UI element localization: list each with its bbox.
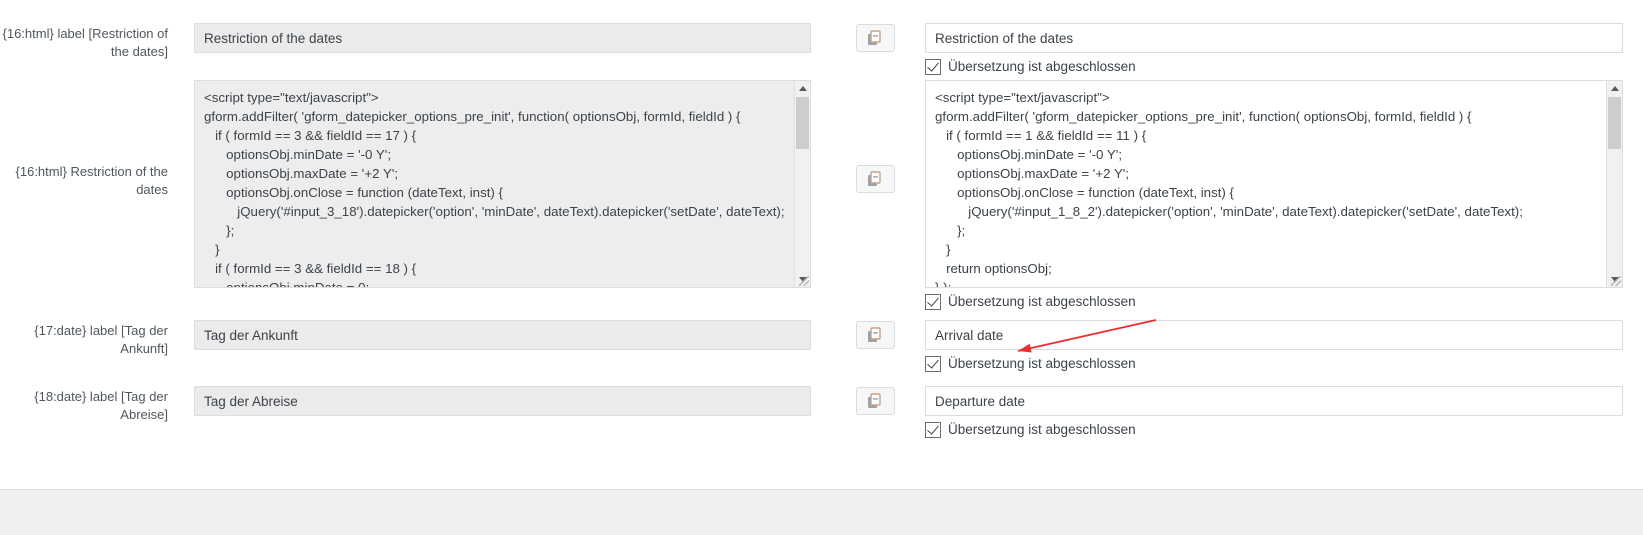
source-textarea-wrapper: <script type="text/javascript"> gform.ad… — [194, 80, 811, 288]
scroll-up-icon[interactable] — [1607, 81, 1622, 96]
copy-column — [825, 386, 925, 415]
resize-handle[interactable] — [799, 276, 809, 286]
translation-complete-row: Übersetzung ist abgeschlossen — [925, 294, 1623, 310]
translation-complete-checkbox[interactable] — [925, 422, 941, 438]
translation-text-input[interactable] — [925, 23, 1623, 53]
translation-script-textarea[interactable]: <script type="text/javascript"> gform.ad… — [925, 80, 1623, 288]
source-script-textarea[interactable]: <script type="text/javascript"> gform.ad… — [194, 80, 811, 288]
translation-table: {16:html} label [Restriction of the date… — [0, 0, 1643, 438]
table-row: {17:date} label [Tag der Ankunft] Überse… — [0, 310, 1643, 372]
translation-complete-label: Übersetzung ist abgeschlossen — [948, 59, 1136, 74]
source-text-input[interactable] — [194, 320, 811, 350]
copy-from-original-button[interactable] — [855, 165, 895, 193]
source-column: <script type="text/javascript"> gform.ad… — [180, 80, 825, 288]
translation-column: Übersetzung ist abgeschlossen — [925, 320, 1643, 372]
translation-complete-row: Übersetzung ist abgeschlossen — [925, 356, 1623, 372]
source-column — [180, 386, 825, 416]
footer-strip — [0, 489, 1643, 535]
translation-complete-row: Übersetzung ist abgeschlossen — [925, 422, 1623, 438]
translation-column: Übersetzung ist abgeschlossen — [925, 386, 1643, 438]
translation-complete-row: Übersetzung ist abgeschlossen — [925, 59, 1623, 75]
copy-icon — [867, 171, 883, 187]
table-row: {16:html} label [Restriction of the date… — [0, 0, 1643, 75]
translation-textarea-wrapper: <script type="text/javascript"> gform.ad… — [925, 80, 1623, 288]
source-textarea-scrollbar[interactable] — [794, 81, 810, 287]
copy-icon — [867, 393, 883, 409]
row-label: {17:date} label [Tag der Ankunft] — [34, 323, 168, 356]
copy-column — [825, 80, 925, 193]
translation-complete-checkbox[interactable] — [925, 356, 941, 372]
source-text-input[interactable] — [194, 386, 811, 416]
source-column — [180, 320, 825, 350]
translation-textarea-scrollbar[interactable] — [1606, 81, 1622, 287]
scrollbar-thumb[interactable] — [796, 97, 809, 149]
copy-from-original-button[interactable] — [855, 24, 895, 52]
translation-column: <script type="text/javascript"> gform.ad… — [925, 80, 1643, 310]
scroll-up-icon[interactable] — [795, 81, 810, 96]
copy-from-original-button[interactable] — [855, 321, 895, 349]
translation-complete-label: Übersetzung ist abgeschlossen — [948, 422, 1136, 437]
copy-icon — [867, 30, 883, 46]
translation-complete-label: Übersetzung ist abgeschlossen — [948, 294, 1136, 309]
row-label: {16:html} Restriction of the dates — [15, 164, 168, 197]
translation-complete-label: Übersetzung ist abgeschlossen — [948, 356, 1136, 371]
copy-column — [825, 320, 925, 349]
copy-column — [825, 23, 925, 52]
translation-column: Übersetzung ist abgeschlossen — [925, 23, 1643, 75]
copy-icon — [867, 327, 883, 343]
row-label: {18:date} label [Tag der Abreise] — [34, 389, 168, 422]
source-column — [180, 23, 825, 53]
copy-from-original-button[interactable] — [855, 387, 895, 415]
table-row: {18:date} label [Tag der Abreise] Überse… — [0, 372, 1643, 438]
scrollbar-thumb[interactable] — [1608, 97, 1621, 149]
row-label: {16:html} label [Restriction of the date… — [2, 26, 168, 59]
source-text-input[interactable] — [194, 23, 811, 53]
translation-complete-checkbox[interactable] — [925, 294, 941, 310]
translation-text-input[interactable] — [925, 386, 1623, 416]
table-row: {16:html} Restriction of the dates <scri… — [0, 75, 1643, 310]
translation-complete-checkbox[interactable] — [925, 59, 941, 75]
translation-text-input[interactable] — [925, 320, 1623, 350]
resize-handle[interactable] — [1611, 276, 1621, 286]
